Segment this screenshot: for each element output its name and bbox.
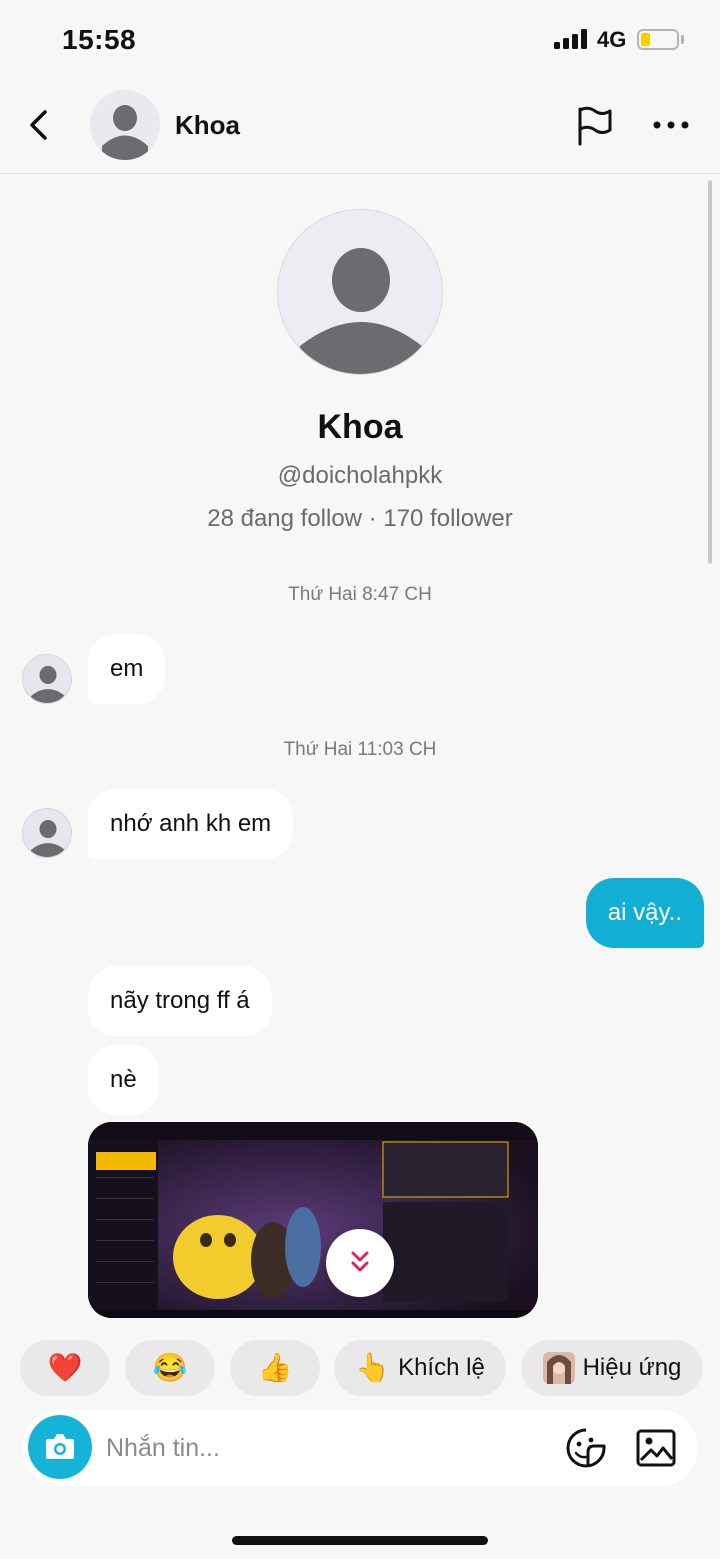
message-bubble-received[interactable]: nhớ anh kh em [88,789,294,859]
header-name[interactable]: Khoa [175,110,240,141]
battery-cap [681,35,684,44]
home-indicator[interactable] [232,1536,488,1545]
image-message[interactable] [88,1122,538,1318]
sender-avatar[interactable] [22,654,72,704]
thumbs-up-icon: 👍 [257,1352,293,1383]
camera-icon [46,1434,74,1459]
more-options-button[interactable] [650,105,692,145]
double-chevron-down-icon [351,1251,369,1272]
quick-reply-encourage[interactable]: 👆 Khích lệ [334,1340,506,1396]
battery-icon [637,29,679,50]
message-composer [22,1410,698,1486]
image-icon [636,1429,676,1467]
back-button[interactable] [20,105,60,145]
quick-reply-bar: ❤️ 😂 👍 👆 Khích lệ Hiệu ứng [0,1340,720,1396]
signal-icon [554,29,588,49]
message-timestamp: Thứ Hai 11:03 CH [283,739,437,760]
quick-reply-heart[interactable]: ❤️ [20,1340,110,1396]
pointing-hand-icon: 👆 [355,1352,391,1383]
more-icon [653,121,689,129]
quick-reply-thumbs-up[interactable]: 👍 [230,1340,320,1396]
camera-button[interactable] [28,1415,92,1479]
status-time: 15:58 [62,24,137,55]
message-bubble-received[interactable]: em [88,634,166,704]
chip-label: Khích lệ [398,1354,485,1381]
flag-icon [578,106,612,146]
effect-thumbnail-icon [542,1352,575,1384]
profile-name: Khoa [317,408,403,446]
chip-label: Hiệu ứng [582,1354,682,1381]
laughing-face-icon: 😂 [152,1352,188,1383]
message-timestamp: Thứ Hai 8:47 CH [288,584,432,605]
message-bubble-sent[interactable]: ai vậy.. [585,878,704,948]
quick-reply-laugh[interactable]: 😂 [125,1340,215,1396]
gallery-button[interactable] [634,1426,678,1470]
scroll-to-bottom-button[interactable] [326,1229,394,1297]
quick-reply-effects[interactable]: Hiệu ứng [521,1340,703,1396]
message-bubble-received[interactable]: nãy trong ff á [88,966,272,1036]
chat-header: Khoa [0,80,720,174]
chevron-left-icon [30,110,47,140]
report-button[interactable] [574,104,616,146]
status-bar: 15:58 4G [0,0,720,80]
sticker-icon [566,1428,606,1468]
heart-icon: ❤️ [47,1352,83,1383]
header-avatar[interactable] [90,90,160,160]
sender-avatar[interactable] [22,808,72,858]
sticker-button[interactable] [564,1426,608,1470]
profile-stats: 28 đang follow · 170 follower [207,505,513,532]
message-bubble-received[interactable]: nè [88,1045,159,1115]
profile-avatar[interactable] [277,209,443,375]
message-input[interactable] [106,1428,526,1468]
profile-handle: @doicholahpkk [277,462,443,489]
network-type: 4G [597,27,627,52]
